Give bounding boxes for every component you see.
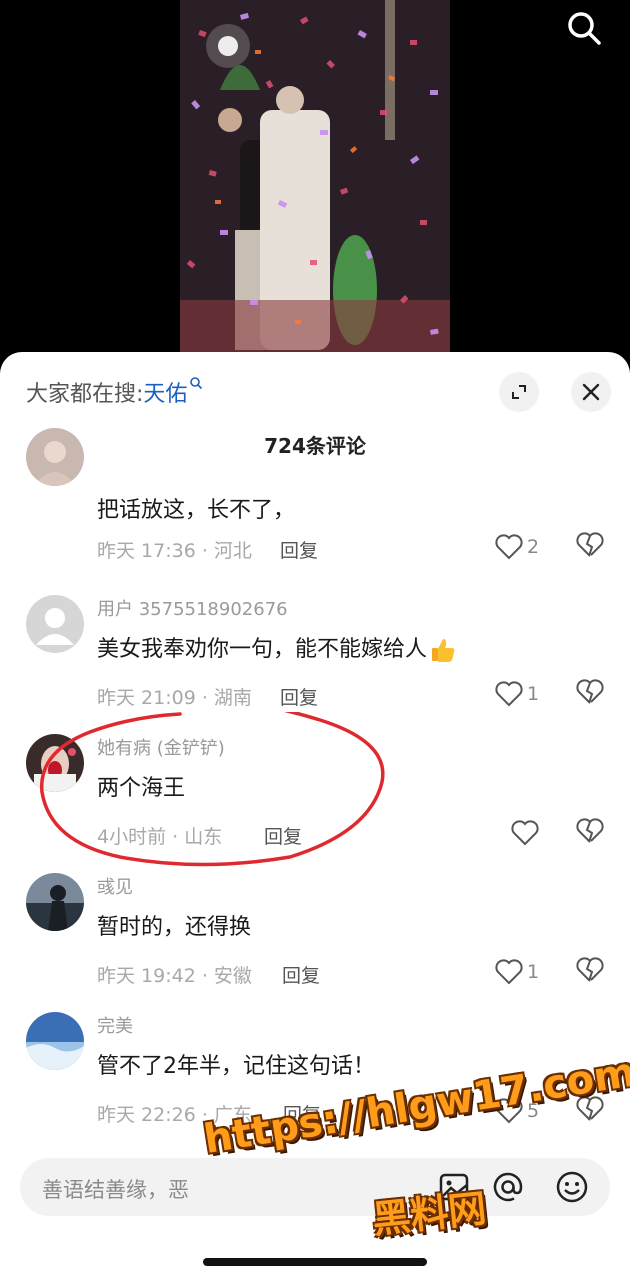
reply-button[interactable]: 回复 xyxy=(280,536,318,563)
like-button[interactable]: 1 xyxy=(495,679,539,709)
comment-meta: 4小时前 · 山东 xyxy=(97,826,223,848)
avatar[interactable] xyxy=(26,1012,84,1070)
avatar-image xyxy=(26,428,84,486)
expand-button[interactable] xyxy=(499,372,539,412)
search-icon xyxy=(568,12,601,45)
like-count: 5 xyxy=(527,1100,540,1122)
comment-text: 把话放这，长不了， xyxy=(97,498,296,523)
expand-icon xyxy=(512,385,526,399)
comment-item: 完美 管不了2年半，记住这句话！ 昨天 22:26 · 广东 回复 5 xyxy=(0,1012,630,1152)
comment-item: 把话放这，长不了， 昨天 17:36 · 河北 回复 2 xyxy=(0,428,630,594)
comment-text: 暂时的，还得换 xyxy=(97,915,252,940)
heart-icon xyxy=(511,820,539,846)
like-count: 2 xyxy=(527,536,540,558)
dislike-button[interactable] xyxy=(576,818,604,846)
emoji-button[interactable] xyxy=(554,1169,590,1205)
trending-search-keyword[interactable]: 天佑 xyxy=(143,382,187,407)
image-button[interactable] xyxy=(436,1169,472,1205)
like-button[interactable] xyxy=(511,818,543,848)
comment-meta: 昨天 21:09 · 湖南 xyxy=(97,687,252,709)
comment-item: 她有病 (金铲铲) 两个海王 4小时前 · 山东 回复 xyxy=(0,734,630,874)
video-frame[interactable] xyxy=(180,0,450,352)
heart-icon xyxy=(495,534,523,560)
avatar-image xyxy=(26,1012,84,1070)
heart-icon xyxy=(495,959,523,985)
avatar[interactable] xyxy=(26,428,84,486)
confetti-scene-image xyxy=(180,0,450,352)
comment-sheet: 大家都在搜:天佑 724条评论 把话放这，长不了， 昨天 17:36 · 河北 … xyxy=(0,352,630,1280)
broken-heart-icon xyxy=(576,957,604,982)
emoji-icon xyxy=(556,1171,588,1203)
like-button[interactable]: 1 xyxy=(495,957,539,987)
comment-username[interactable]: 她有病 (金铲铲) xyxy=(97,734,225,760)
broken-heart-icon xyxy=(576,679,604,704)
close-icon xyxy=(582,383,600,401)
broken-heart-icon xyxy=(576,532,604,557)
comment-item: 彧见 暂时的，还得换 昨天 19:42 · 安徽 回复 1 xyxy=(0,873,630,1013)
comment-meta: 昨天 22:26 · 广东 xyxy=(97,1104,252,1126)
comment-input[interactable]: 善语结善缘，恶 xyxy=(20,1158,610,1216)
comment-username[interactable]: 彧见 xyxy=(97,873,133,899)
default-avatar-icon xyxy=(26,595,84,653)
search-button[interactable] xyxy=(564,8,604,48)
comment-text: 美女我奉劝你一句，能不能嫁给人 xyxy=(97,631,457,664)
trending-search-link[interactable]: 大家都在搜:天佑 xyxy=(26,376,203,408)
trending-search-prefix: 大家都在搜: xyxy=(26,382,144,407)
like-button[interactable]: 2 xyxy=(495,532,539,562)
like-count: 1 xyxy=(527,961,540,983)
comment-text: 两个海王 xyxy=(97,776,186,801)
at-icon xyxy=(493,1172,523,1202)
comment-username[interactable]: 完美 xyxy=(97,1012,133,1038)
like-count: 1 xyxy=(527,683,540,705)
dislike-button[interactable] xyxy=(576,1096,604,1124)
comment-input-placeholder: 善语结善缘，恶 xyxy=(42,1178,189,1202)
comment-meta: 昨天 19:42 · 安徽 xyxy=(97,965,252,987)
avatar[interactable] xyxy=(26,873,84,931)
mention-button[interactable] xyxy=(490,1169,526,1205)
heart-icon xyxy=(495,681,523,707)
dislike-button[interactable] xyxy=(576,957,604,985)
broken-heart-icon xyxy=(576,818,604,843)
reply-button[interactable]: 回复 xyxy=(264,822,302,849)
reply-button[interactable]: 回复 xyxy=(280,683,318,710)
comment-username[interactable]: 用户 3575518902676 xyxy=(97,595,288,621)
heart-icon xyxy=(495,1098,523,1124)
like-button[interactable]: 5 xyxy=(495,1096,539,1126)
dislike-button[interactable] xyxy=(576,532,604,560)
image-icon xyxy=(439,1173,469,1201)
close-button[interactable] xyxy=(571,372,611,412)
dislike-button[interactable] xyxy=(576,679,604,707)
avatar[interactable] xyxy=(26,595,84,653)
comment-text: 管不了2年半，记住这句话！ xyxy=(97,1054,375,1079)
reply-button[interactable]: 回复 xyxy=(283,1100,321,1127)
comment-meta: 昨天 17:36 · 河北 xyxy=(97,540,252,562)
avatar-image xyxy=(26,734,84,792)
avatar-image xyxy=(26,873,84,931)
reply-button[interactable]: 回复 xyxy=(282,961,320,988)
avatar[interactable] xyxy=(26,734,84,792)
comment-item: 用户 3575518902676 美女我奉劝你一句，能不能嫁给人 昨天 21:0… xyxy=(0,595,630,735)
video-player[interactable] xyxy=(0,0,630,352)
small-search-icon xyxy=(190,377,203,390)
home-indicator[interactable] xyxy=(203,1258,427,1266)
thumbs-up-emoji xyxy=(432,639,455,662)
broken-heart-icon xyxy=(576,1096,604,1121)
